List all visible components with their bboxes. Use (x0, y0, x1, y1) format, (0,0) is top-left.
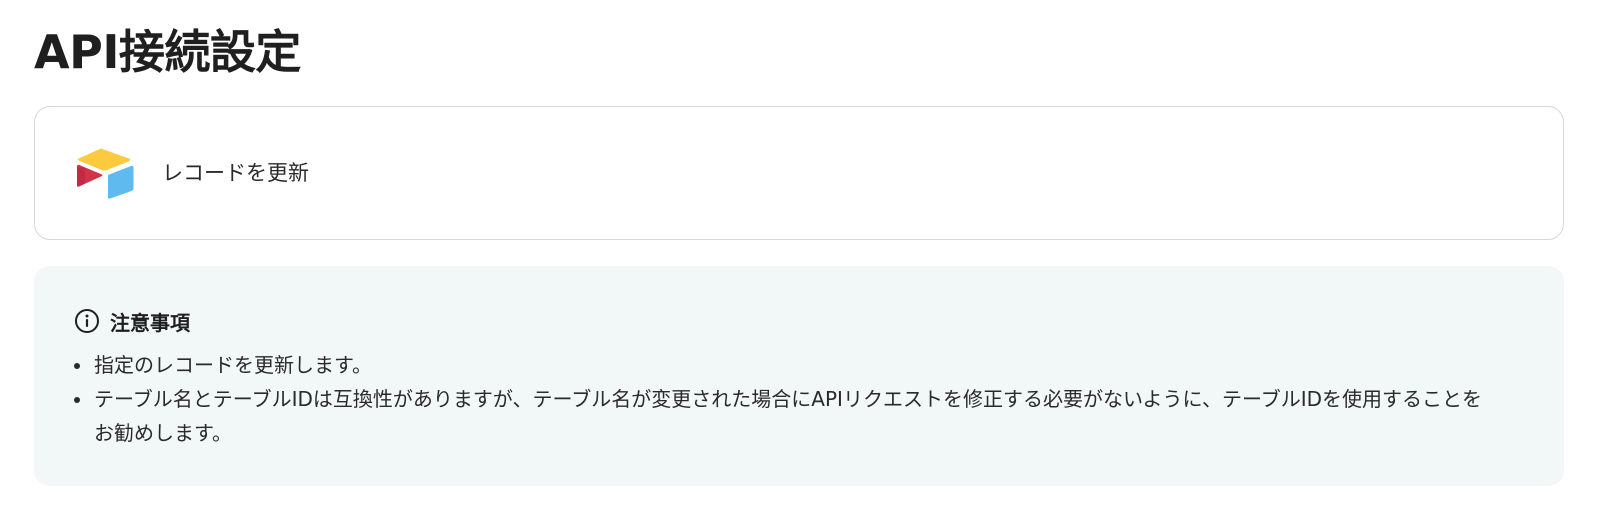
notice-header: 注意事項 (74, 306, 1524, 336)
notice-item-text: 指定のレコードを更新します。 (94, 353, 372, 377)
notice-box: 注意事項 指定のレコードを更新します。 テーブル名とテーブルIDは互換性がありま… (34, 266, 1564, 486)
action-card-update-record[interactable]: レコードを更新 (34, 106, 1564, 240)
action-label: レコードを更新 (162, 160, 309, 185)
notice-item: 指定のレコードを更新します。 (74, 348, 1524, 382)
airtable-logo-icon (77, 148, 134, 199)
page-title: API接続設定 (34, 25, 301, 79)
info-circle-icon (75, 309, 99, 333)
notice-list: 指定のレコードを更新します。 テーブル名とテーブルIDは互換性がありますが、テー… (74, 348, 1524, 450)
notice-title: 注意事項 (110, 310, 190, 335)
notice-item: テーブル名とテーブルIDは互換性がありますが、テーブル名が変更された場合にAPI… (74, 382, 1524, 450)
api-connection-settings-page: API接続設定 レコードを更新 注意事項 指定のレコードを更新します。 テーブル… (0, 0, 1598, 526)
notice-item-text: テーブル名とテーブルIDは互換性がありますが、テーブル名が変更された場合にAPI… (94, 387, 1483, 445)
